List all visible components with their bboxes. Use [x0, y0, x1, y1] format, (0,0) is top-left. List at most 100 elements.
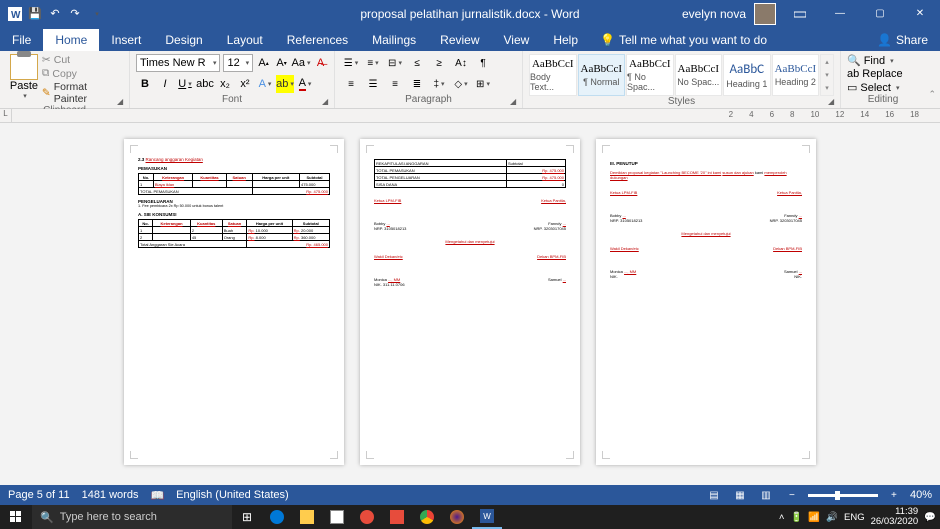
wifi-icon[interactable]: 📶: [808, 512, 820, 523]
copy-button[interactable]: ⧉Copy: [42, 67, 123, 80]
proofing-icon[interactable]: 📖: [150, 489, 164, 502]
battery-icon[interactable]: 🔋: [790, 512, 802, 523]
close-button[interactable]: ✕: [904, 0, 936, 27]
volume-icon[interactable]: 🔊: [826, 512, 838, 523]
maximize-button[interactable]: ▢: [864, 0, 896, 27]
page-counter[interactable]: Page 5 of 11: [8, 489, 70, 501]
clipboard-launcher-icon[interactable]: ◢: [117, 97, 127, 107]
sort-button[interactable]: A↕: [451, 54, 471, 72]
show-marks-button[interactable]: ¶: [473, 54, 493, 72]
tab-insert[interactable]: Insert: [99, 29, 153, 51]
highlight-button[interactable]: ab▾: [276, 75, 294, 93]
tab-file[interactable]: File: [0, 29, 43, 51]
bold-button[interactable]: B: [136, 75, 154, 93]
multilevel-button[interactable]: ⊟▾: [385, 54, 405, 72]
styles-launcher-icon[interactable]: ◢: [828, 97, 838, 107]
document-page[interactable]: III. PENUTUP Demikian proposal kegiatan …: [596, 139, 816, 465]
change-case-button[interactable]: Aa▾: [292, 54, 310, 72]
store-app-icon[interactable]: [322, 505, 352, 529]
collapse-ribbon-icon[interactable]: ⌃: [928, 89, 936, 100]
paste-button[interactable]: Paste ▾: [6, 54, 42, 105]
paragraph-launcher-icon[interactable]: ◢: [510, 97, 520, 107]
font-launcher-icon[interactable]: ◢: [322, 97, 332, 107]
tell-me-search[interactable]: 💡Tell me what you want to do: [590, 29, 777, 51]
avatar[interactable]: [754, 3, 776, 25]
settings-app-icon[interactable]: [352, 505, 382, 529]
tab-view[interactable]: View: [492, 29, 542, 51]
word-counter[interactable]: 1481 words: [82, 489, 139, 501]
style-heading-1[interactable]: AaBbCHeading 1: [723, 54, 771, 96]
style-heading-2[interactable]: AaBbCcIHeading 2: [772, 54, 820, 96]
bullets-button[interactable]: ☰▾: [341, 54, 361, 72]
tab-layout[interactable]: Layout: [215, 29, 275, 51]
styles-more-button[interactable]: ▴▾▾: [820, 54, 834, 96]
style-normal[interactable]: AaBbCcI¶ Normal: [578, 54, 626, 96]
redo-icon[interactable]: ↷: [68, 7, 82, 21]
qat-customize-icon[interactable]: ▾: [90, 7, 104, 21]
style-no-spacing[interactable]: AaBbCcI¶ No Spac...: [626, 54, 674, 96]
increase-indent-button[interactable]: ≥: [429, 54, 449, 72]
zoom-in-button[interactable]: +: [884, 487, 904, 503]
grow-font-button[interactable]: A▴: [256, 54, 271, 72]
style-no-spacing-2[interactable]: AaBbCcINo Spac...: [675, 54, 723, 96]
zoom-out-button[interactable]: −: [782, 487, 802, 503]
font-name-select[interactable]: Times New R▾: [136, 54, 220, 72]
edge-app-icon[interactable]: [262, 505, 292, 529]
font-size-select[interactable]: 12▾: [223, 54, 253, 72]
select-button[interactable]: ▭Select▾: [847, 81, 903, 94]
format-painter-button[interactable]: ✎Format Painter: [42, 81, 123, 105]
tab-review[interactable]: Review: [428, 29, 491, 51]
find-button[interactable]: 🔍Find▾: [847, 54, 903, 67]
align-center-button[interactable]: ☰: [363, 75, 383, 93]
tab-mailings[interactable]: Mailings: [360, 29, 428, 51]
firefox-app-icon[interactable]: [442, 505, 472, 529]
document-page[interactable]: REKAPITULASI ANGGARANSubtotal TOTAL PEMA…: [360, 139, 580, 465]
align-left-button[interactable]: ≡: [341, 75, 361, 93]
horizontal-ruler[interactable]: 2 4 6 8 10 12 14 16 18: [728, 109, 920, 120]
tab-help[interactable]: Help: [541, 29, 590, 51]
minimize-button[interactable]: —: [824, 0, 856, 27]
read-mode-button[interactable]: ▤: [704, 487, 724, 503]
subscript-button[interactable]: x₂: [216, 75, 234, 93]
italic-button[interactable]: I: [156, 75, 174, 93]
taskbar-search[interactable]: 🔍Type here to search: [32, 505, 232, 529]
word-app-icon[interactable]: W: [472, 505, 502, 529]
undo-icon[interactable]: ↶: [48, 7, 62, 21]
start-button[interactable]: [0, 505, 32, 529]
print-layout-button[interactable]: ▦: [730, 487, 750, 503]
task-view-button[interactable]: ⊞: [232, 505, 262, 529]
web-layout-button[interactable]: ▥: [756, 487, 776, 503]
shrink-font-button[interactable]: A▾: [274, 54, 289, 72]
clear-formatting-button[interactable]: A̶: [313, 54, 328, 72]
decrease-indent-button[interactable]: ≤: [407, 54, 427, 72]
zoom-level[interactable]: 40%: [910, 489, 932, 501]
numbering-button[interactable]: ≡▾: [363, 54, 383, 72]
ribbon-options-icon[interactable]: [784, 0, 816, 27]
align-right-button[interactable]: ≡: [385, 75, 405, 93]
user-name[interactable]: evelyn nova: [682, 7, 746, 21]
tab-home[interactable]: Home: [43, 29, 99, 51]
notifications-icon[interactable]: 💬: [924, 512, 936, 523]
paste-dropdown-icon[interactable]: ▾: [23, 92, 27, 100]
underline-button[interactable]: U▾: [176, 75, 194, 93]
snip-app-icon[interactable]: [382, 505, 412, 529]
borders-button[interactable]: ⊞▾: [473, 75, 493, 93]
superscript-button[interactable]: x²: [236, 75, 254, 93]
language-indicator[interactable]: ENG: [844, 512, 865, 523]
save-icon[interactable]: 💾: [28, 7, 42, 21]
explorer-app-icon[interactable]: [292, 505, 322, 529]
chrome-app-icon[interactable]: [412, 505, 442, 529]
shading-button[interactable]: ◇▾: [451, 75, 471, 93]
font-color-button[interactable]: A▾: [296, 75, 314, 93]
tab-design[interactable]: Design: [153, 29, 214, 51]
system-clock[interactable]: 11:3926/03/2020: [871, 507, 919, 527]
document-area[interactable]: 2.3 Rancang anggaran Kegiatan PEMASUKAN …: [0, 123, 940, 485]
strikethrough-button[interactable]: abc: [196, 75, 214, 93]
share-button[interactable]: 👤Share: [865, 29, 940, 51]
language-status[interactable]: English (United States): [176, 489, 289, 501]
line-spacing-button[interactable]: ‡▾: [429, 75, 449, 93]
replace-button[interactable]: abReplace: [847, 68, 903, 80]
text-effects-button[interactable]: A▾: [256, 75, 274, 93]
document-page[interactable]: 2.3 Rancang anggaran Kegiatan PEMASUKAN …: [124, 139, 344, 465]
style-body-text[interactable]: AaBbCcIBody Text...: [529, 54, 577, 96]
